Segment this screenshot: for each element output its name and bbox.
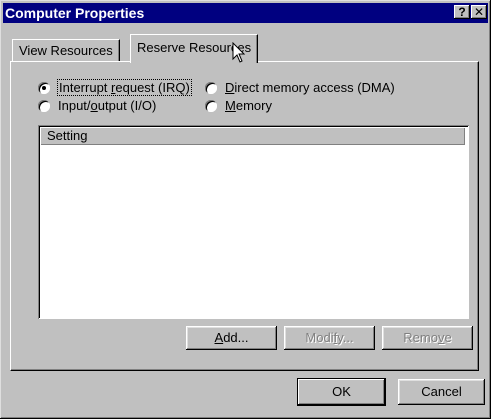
radio-irq[interactable]: Interrupt request (IRQ) [38, 79, 192, 96]
tab-view-resources[interactable]: View Resources [12, 39, 120, 62]
column-header-setting[interactable]: Setting [40, 127, 465, 145]
window-title: Computer Properties [5, 5, 145, 21]
add-button[interactable]: Add... [186, 326, 277, 350]
radio-io[interactable]: Input/output (I/O) [38, 98, 156, 113]
help-icon: ? [458, 5, 466, 19]
radio-label-irq: Interrupt request (IRQ) [57, 79, 192, 96]
radio-memory[interactable]: Memory [205, 98, 272, 113]
settings-list[interactable]: Setting [38, 125, 469, 319]
radio-label-dma: Direct memory access (DMA) [225, 80, 395, 95]
radio-button-icon[interactable] [38, 81, 50, 94]
help-button[interactable]: ? [454, 5, 470, 19]
radio-button-icon[interactable] [205, 99, 217, 112]
radio-label-memory: Memory [225, 98, 272, 113]
computer-properties-dialog: Computer Properties ? ✕ View Resources R… [0, 0, 491, 419]
radio-label-io: Input/output (I/O) [58, 98, 157, 113]
tab-label: View Resources [19, 43, 113, 58]
arrow-cursor-icon [232, 42, 246, 63]
radio-dma[interactable]: Direct memory access (DMA) [205, 80, 395, 95]
radio-button-icon[interactable] [205, 81, 217, 94]
cancel-button[interactable]: Cancel [398, 379, 485, 405]
ok-button[interactable]: OK [298, 379, 385, 405]
remove-button[interactable]: Remove [382, 326, 473, 350]
modify-button[interactable]: Modify... [284, 326, 375, 350]
close-button[interactable]: ✕ [471, 5, 487, 19]
close-icon: ✕ [473, 5, 485, 19]
radio-button-icon[interactable] [38, 99, 50, 112]
title-bar[interactable]: Computer Properties ? ✕ [3, 3, 488, 23]
